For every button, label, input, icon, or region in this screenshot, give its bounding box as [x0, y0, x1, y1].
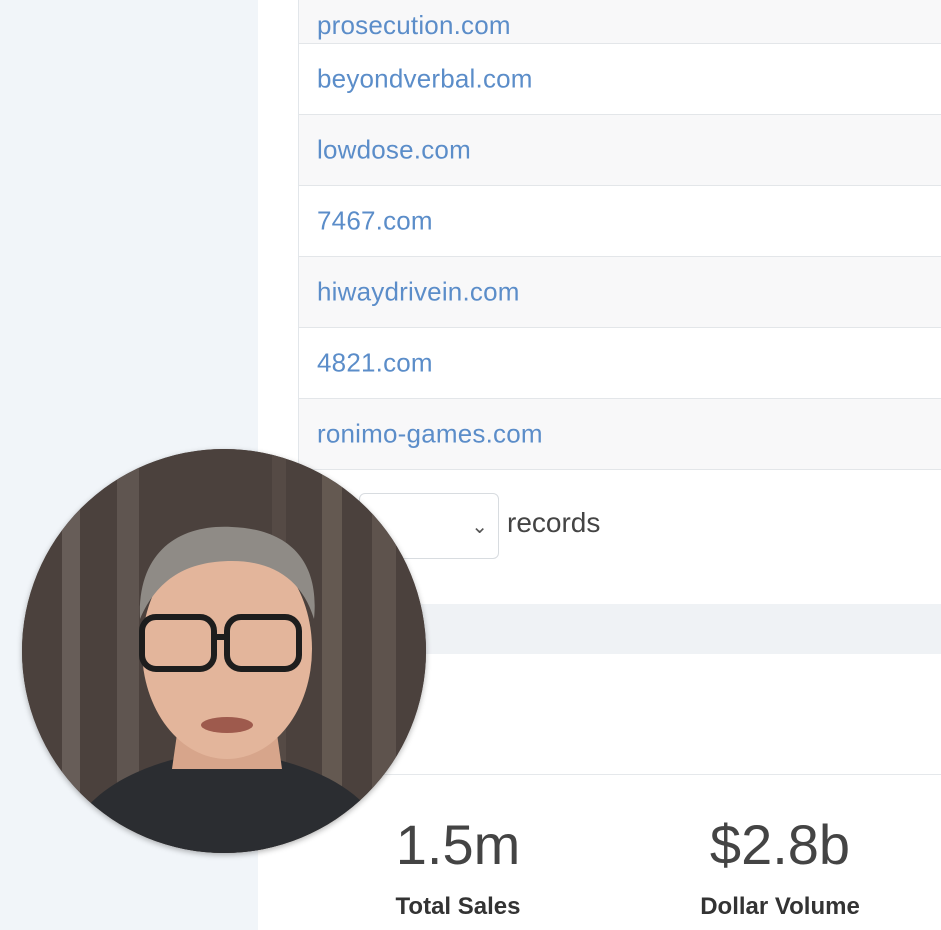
table-row: ronimo-games.com	[299, 399, 941, 470]
chevron-down-icon: ⌄	[471, 516, 488, 538]
table-row: hiwaydrivein.com	[299, 257, 941, 328]
domain-link[interactable]: ronimo-games.com	[317, 419, 543, 450]
dollar-volume-label: Dollar Volume	[700, 893, 860, 920]
records-label: records	[507, 507, 601, 538]
table-row: beyondverbal.com	[299, 44, 941, 115]
domains-table: prosecution.com beyondverbal.com lowdose…	[298, 0, 941, 470]
presenter-video-frame	[22, 449, 426, 853]
dollar-volume-value: $2.8b	[709, 813, 851, 876]
table-row: 7467.com	[299, 186, 941, 257]
table-row: prosecution.com	[299, 0, 941, 44]
table-row: 4821.com	[299, 328, 941, 399]
dollar-volume-stat: $2.8b Dollar Volume	[650, 812, 910, 921]
total-sales-value: 1.5m	[395, 813, 521, 876]
domain-link[interactable]: hiwaydrivein.com	[317, 277, 520, 308]
domain-link[interactable]: 7467.com	[317, 206, 433, 237]
webcam-overlay	[22, 449, 426, 853]
domain-link[interactable]: prosecution.com	[317, 10, 511, 41]
total-sales-label: Total Sales	[395, 893, 521, 920]
domain-link[interactable]: lowdose.com	[317, 135, 471, 166]
table-row: lowdose.com	[299, 115, 941, 186]
domain-link[interactable]: 4821.com	[317, 348, 433, 379]
total-sales-stat: 1.5m Total Sales	[328, 812, 588, 921]
domain-link[interactable]: beyondverbal.com	[317, 64, 533, 95]
